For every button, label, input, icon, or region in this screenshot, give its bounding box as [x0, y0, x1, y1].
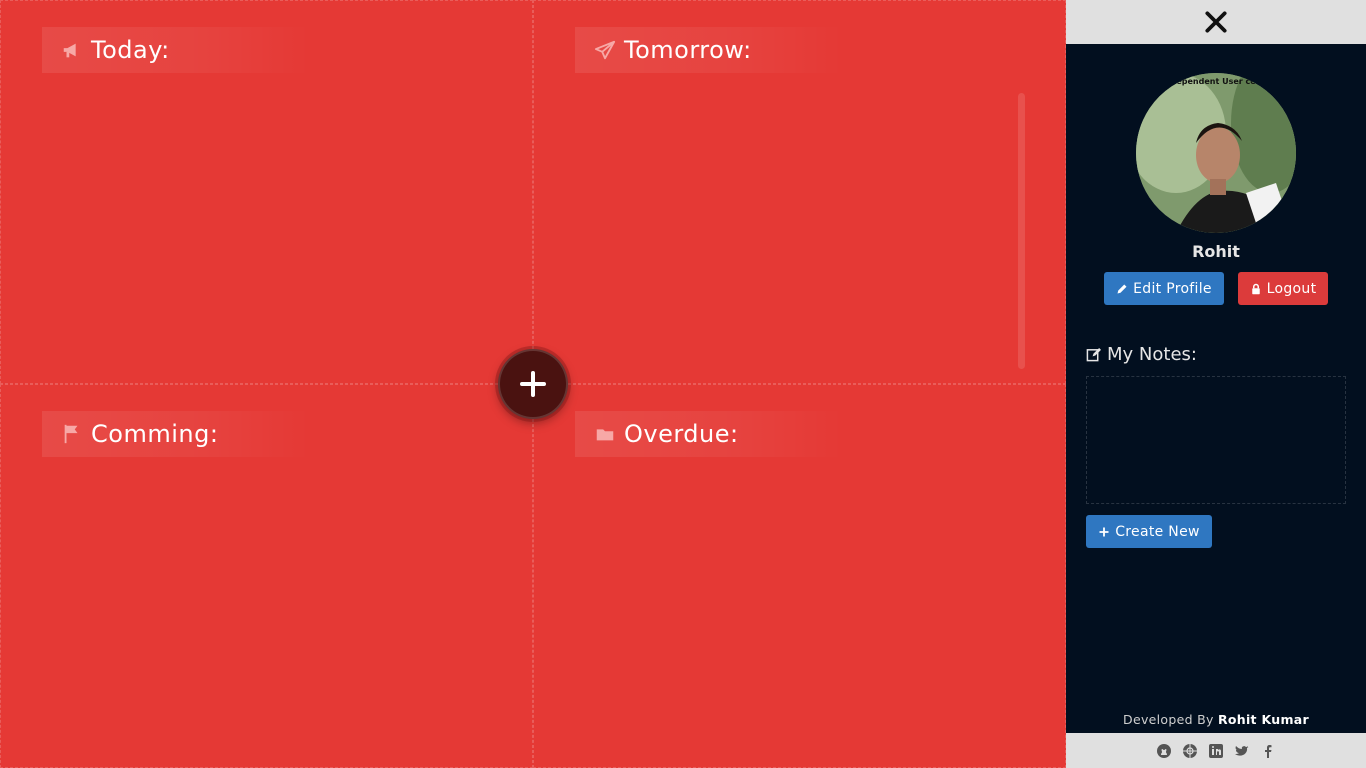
- notes-list: [1086, 376, 1346, 504]
- notes-title-label: My Notes:: [1107, 344, 1197, 365]
- social-links: [1066, 733, 1366, 768]
- user-name: Rohit: [1192, 242, 1240, 261]
- coming-section: Comming:: [0, 384, 533, 768]
- flag-icon: [61, 423, 83, 445]
- github-icon[interactable]: [1155, 742, 1173, 760]
- logout-label: Logout: [1266, 280, 1317, 297]
- credit-name[interactable]: Rohit Kumar: [1218, 712, 1309, 727]
- facebook-icon[interactable]: [1259, 742, 1277, 760]
- avatar: ependent User ce: [1136, 73, 1296, 233]
- coming-label: Comming:: [91, 420, 219, 448]
- sidebar-header: [1066, 0, 1366, 44]
- today-section: Today:: [0, 0, 533, 384]
- developer-credit: Developed By Rohit Kumar: [1066, 712, 1366, 727]
- overdue-label: Overdue:: [624, 420, 739, 448]
- create-note-label: Create New: [1115, 523, 1200, 540]
- folder-icon: [594, 423, 616, 445]
- task-board: Today: Tomorrow: Comming: Overdue:: [0, 0, 1066, 768]
- profile-sidebar: ependent User ce Rohit Edit Profile Logo…: [1066, 0, 1366, 768]
- twitter-icon[interactable]: [1233, 742, 1251, 760]
- edit-note-icon: [1086, 347, 1101, 362]
- credit-prefix: Developed By: [1123, 712, 1214, 727]
- megaphone-icon: [61, 39, 83, 61]
- today-heading: Today:: [42, 27, 310, 73]
- overdue-section: Overdue:: [533, 384, 1066, 768]
- add-task-button[interactable]: [498, 349, 568, 419]
- paper-plane-icon: [594, 39, 616, 61]
- plus-icon: [520, 371, 546, 397]
- plus-small-icon: [1099, 527, 1109, 536]
- tomorrow-section: Tomorrow:: [533, 0, 1066, 384]
- tomorrow-scrollbar[interactable]: [1018, 93, 1025, 369]
- tomorrow-label: Tomorrow:: [624, 36, 752, 64]
- tomorrow-heading: Tomorrow:: [575, 27, 843, 73]
- create-note-button[interactable]: Create New: [1086, 515, 1212, 548]
- close-sidebar-button[interactable]: [1201, 7, 1231, 37]
- edit-profile-button[interactable]: Edit Profile: [1104, 272, 1224, 305]
- lock-icon: [1251, 283, 1260, 294]
- coming-heading: Comming:: [42, 411, 310, 457]
- pencil-icon: [1117, 284, 1127, 293]
- today-label: Today:: [91, 36, 170, 64]
- avatar-caption: ependent User ce: [1176, 77, 1256, 86]
- linkedin-icon[interactable]: [1207, 742, 1225, 760]
- edit-profile-label: Edit Profile: [1133, 280, 1212, 297]
- globe-icon[interactable]: [1181, 742, 1199, 760]
- notes-title: My Notes:: [1086, 344, 1197, 365]
- close-icon: [1205, 11, 1227, 33]
- overdue-heading: Overdue:: [575, 411, 843, 457]
- logout-button[interactable]: Logout: [1238, 272, 1328, 305]
